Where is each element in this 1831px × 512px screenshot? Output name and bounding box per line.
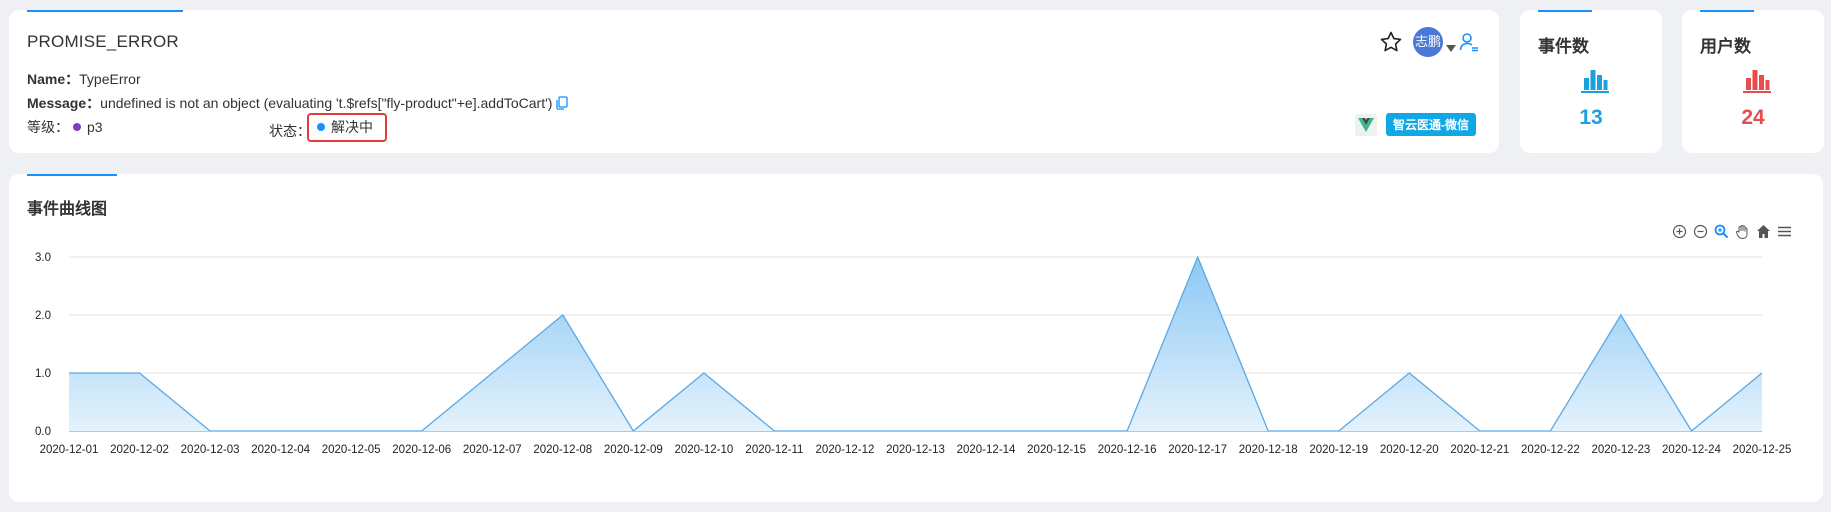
- level-value[interactable]: p3: [87, 119, 103, 135]
- assignee-avatar[interactable]: 志鹏: [1413, 27, 1443, 57]
- y-tick-label: 3.0: [35, 252, 51, 264]
- x-tick-label: 2020-12-15: [1027, 444, 1086, 456]
- event-curve-card: 事件曲线图 0.0 1.0 2.0 3.0 2020-12-01 2020-12-02 20…: [9, 174, 1823, 502]
- x-tick-label: 2020-12-07: [463, 444, 522, 456]
- level-label: 等级：: [27, 119, 69, 135]
- x-tick-label: 2020-12-12: [816, 444, 875, 456]
- x-tick-label: 2020-12-10: [674, 444, 733, 456]
- star-icon[interactable]: [1379, 30, 1403, 59]
- x-tick-label: 2020-12-16: [1098, 444, 1157, 456]
- x-tick-label: 2020-12-08: [533, 444, 592, 456]
- users-stat-title: 用户数: [1700, 37, 1751, 56]
- vue-logo-icon: [1355, 114, 1377, 136]
- x-tick-label: 2020-12-02: [110, 444, 169, 456]
- copy-icon[interactable]: [556, 96, 569, 113]
- status-value: 解决中: [331, 119, 373, 135]
- error-card: PROMISE_ERROR Name：TypeError Message：und…: [9, 10, 1499, 153]
- x-tick-label: 2020-12-20: [1380, 444, 1439, 456]
- error-name-row: Name：TypeError: [27, 69, 141, 89]
- name-label: Name：: [27, 71, 80, 87]
- project-badge[interactable]: 智云医通-微信: [1386, 113, 1476, 136]
- x-tick-label: 2020-12-19: [1309, 444, 1368, 456]
- event-area-chart: 0.0 1.0 2.0 3.0 2020-12-01 2020-12-02 2020-12-…: [35, 252, 1792, 456]
- message-label: Message：: [27, 95, 101, 111]
- x-tick-label: 2020-12-11: [745, 444, 803, 456]
- error-title: PROMISE_ERROR: [27, 32, 179, 51]
- error-message-row: Message：undefined is not an object (eval…: [27, 93, 569, 113]
- series-line: [69, 255, 1763, 432]
- events-stat-value: 13: [1579, 106, 1603, 129]
- events-stat-card: 事件数 13: [1520, 10, 1662, 153]
- events-stat-title: 事件数: [1538, 37, 1589, 56]
- x-tick-label: 2020-12-09: [604, 444, 663, 456]
- y-tick-label: 2.0: [35, 310, 51, 322]
- caret-down-icon[interactable]: [1446, 39, 1456, 57]
- users-stat-value: 24: [1741, 106, 1765, 129]
- x-tick-label: 2020-12-14: [957, 444, 1016, 456]
- status-label: 状态：: [269, 123, 311, 139]
- error-level-row: 等级： p3: [27, 117, 103, 137]
- error-status-row: 状态： 解决中: [269, 113, 387, 146]
- x-tick-label: 2020-12-22: [1521, 444, 1580, 456]
- bar-chart-icon: [1580, 68, 1610, 99]
- card-accent-line: [27, 10, 183, 12]
- series-area: [69, 257, 1762, 431]
- card-accent-line: [1700, 10, 1754, 12]
- status-dot: [317, 123, 325, 132]
- x-tick-label: 2020-12-24: [1662, 444, 1721, 456]
- x-tick-label: 2020-12-04: [251, 444, 310, 456]
- x-tick-label: 2020-12-05: [322, 444, 381, 456]
- x-tick-label: 2020-12-25: [1733, 444, 1792, 456]
- y-tick-label: 1.0: [35, 368, 51, 380]
- x-tick-label: 2020-12-13: [886, 444, 945, 456]
- message-value: undefined is not an object (evaluating '…: [100, 95, 553, 111]
- x-tick-label: 2020-12-03: [181, 444, 240, 456]
- level-dot: [73, 123, 81, 132]
- x-tick-label: 2020-12-17: [1168, 444, 1227, 456]
- card-accent-line: [1538, 10, 1592, 12]
- users-stat-card: 用户数 24: [1682, 10, 1824, 153]
- x-tick-label: 2020-12-21: [1450, 444, 1509, 456]
- status-value-highlight[interactable]: 解决中: [307, 113, 387, 142]
- x-tick-label: 2020-12-23: [1592, 444, 1651, 456]
- x-tick-label: 2020-12-06: [392, 444, 451, 456]
- assign-user-icon[interactable]: [1459, 32, 1479, 57]
- x-tick-label: 2020-12-18: [1239, 444, 1298, 456]
- y-tick-label: 0.0: [35, 426, 51, 438]
- x-tick-label: 2020-12-01: [40, 444, 99, 456]
- bar-chart-icon: [1742, 68, 1772, 99]
- name-value: TypeError: [79, 71, 141, 87]
